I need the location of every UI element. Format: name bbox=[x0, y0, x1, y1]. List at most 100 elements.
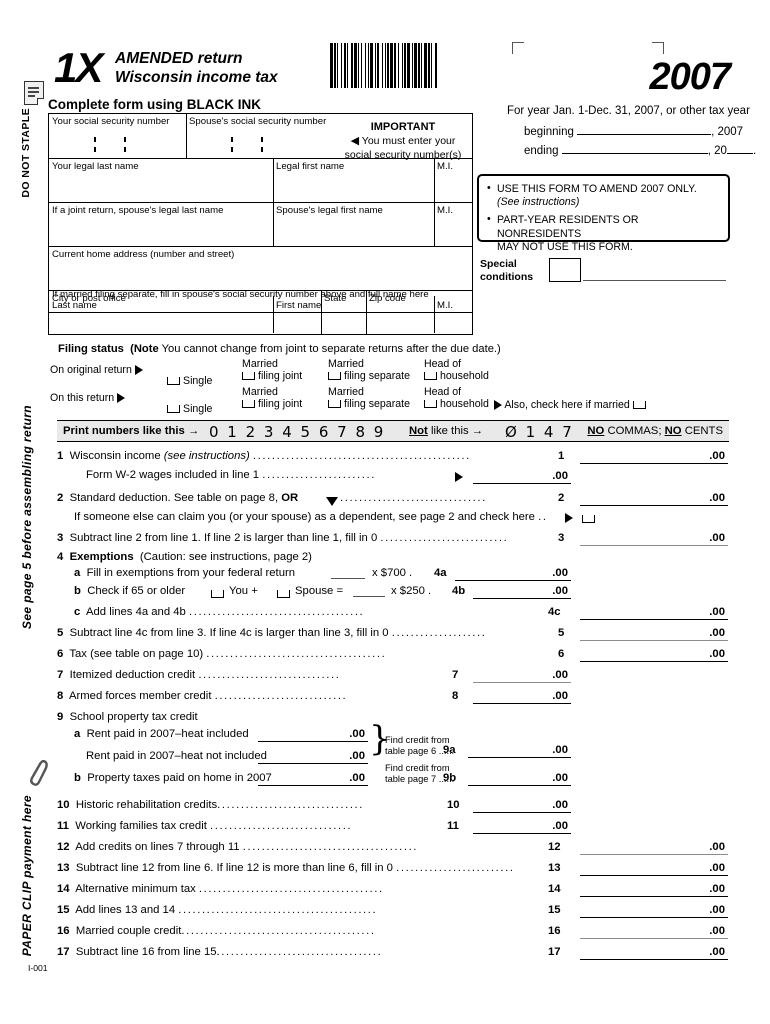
line-17-amount[interactable]: .00 bbox=[580, 945, 728, 960]
fs-original-married-joint[interactable]: Married filing joint bbox=[242, 358, 302, 383]
line-7-ref: 7 bbox=[452, 669, 459, 681]
line-4a-amount[interactable]: .00 bbox=[455, 566, 571, 581]
beginning-input[interactable] bbox=[577, 134, 712, 135]
bad-digits-sample: Ø 1 4 7 bbox=[505, 423, 574, 441]
line-8-amount[interactable]: .00 bbox=[473, 689, 571, 704]
special-conditions-line[interactable] bbox=[583, 280, 726, 281]
line-14-amount[interactable]: .00 bbox=[580, 882, 728, 897]
line-12: 12 Add credits on lines 7 through 11 ...… bbox=[57, 841, 419, 853]
ending-input[interactable] bbox=[561, 153, 708, 154]
line-4b-you-checkbox[interactable] bbox=[211, 590, 224, 598]
line-2-amount[interactable]: .00 bbox=[580, 491, 728, 506]
line-9a-rent-heat-not-included-amount[interactable]: .00 bbox=[258, 749, 368, 764]
fs-original-married-joint-checkbox[interactable] bbox=[242, 371, 255, 380]
fiscal-year-ending: ending , 20. bbox=[524, 145, 756, 157]
line-13-amount[interactable]: .00 bbox=[580, 861, 728, 876]
line-11-ref: 11 bbox=[447, 820, 459, 832]
line-10-amount[interactable]: .00 bbox=[473, 798, 571, 813]
line-4a-multiplier: x $700 . bbox=[372, 567, 413, 579]
fs-original-head-household[interactable]: Head of household bbox=[424, 358, 489, 383]
line-16-amount[interactable]: .00 bbox=[580, 924, 728, 939]
line-15: 15 Add lines 13 and 14 .................… bbox=[57, 904, 378, 916]
line-2-dependent-checkbox[interactable] bbox=[582, 515, 595, 523]
line-4b-multiplier: x $250 . bbox=[391, 585, 432, 597]
line-9b-amount[interactable]: .00 bbox=[468, 771, 571, 786]
line-9b-property-taxes: b Property taxes paid on home in 2007 bbox=[74, 772, 272, 784]
fs-original-head-household-checkbox[interactable] bbox=[424, 371, 437, 380]
line-10: 10 Historic rehabilitation credits......… bbox=[57, 799, 365, 811]
fs-this-head-household-checkbox[interactable] bbox=[424, 399, 437, 408]
line-9a-rent-heat-included-amount[interactable]: .00 bbox=[258, 727, 368, 742]
line-11: 11 Working families tax credit .........… bbox=[57, 820, 353, 832]
line-6-amount[interactable]: .00 bbox=[580, 647, 728, 662]
fiscal-year-beginning: beginning , 2007 bbox=[524, 126, 743, 138]
beginning-label: beginning bbox=[524, 126, 574, 138]
line-2: 2 Standard deduction. See table on page … bbox=[57, 492, 299, 504]
line-9: 9 School property tax credit bbox=[57, 711, 198, 723]
notice-item-1: USE THIS FORM TO AMEND 2007 ONLY. (See i… bbox=[487, 182, 720, 209]
notice-item-2: PART-YEAR RESIDENTS OR NONRESIDENTS MAY … bbox=[487, 213, 720, 254]
line-3-amount[interactable]: .00 bbox=[580, 531, 728, 546]
line-4b-spouse-label: Spouse = bbox=[295, 585, 344, 597]
line-9b-property-taxes-amount[interactable]: .00 bbox=[258, 771, 368, 786]
line-8-ref: 8 bbox=[452, 690, 459, 702]
notice-box: USE THIS FORM TO AMEND 2007 ONLY. (See i… bbox=[477, 174, 730, 253]
special-conditions-input[interactable] bbox=[549, 258, 581, 282]
barcode bbox=[330, 43, 487, 88]
good-digits-sample: 0 1 2 3 4 5 6 7 8 9 bbox=[209, 423, 386, 441]
ending-suffix: , 20 bbox=[707, 145, 727, 157]
line-4c-amount[interactable]: .00 bbox=[580, 605, 728, 620]
line-4b-count-input[interactable] bbox=[353, 596, 385, 597]
line-1-w2-amount[interactable]: .00 bbox=[473, 469, 571, 484]
fs-this-married-separate[interactable]: Married filing separate bbox=[328, 386, 410, 411]
fs-original-married-separate[interactable]: Married filing separate bbox=[328, 358, 410, 383]
line-8: 8 Armed forces member credit ...........… bbox=[57, 690, 348, 702]
line-12-amount[interactable]: .00 bbox=[580, 840, 728, 855]
fs-this-head-household[interactable]: Head of household bbox=[424, 386, 489, 411]
form-page: DO NOT STAPLE See page 5 before assembli… bbox=[0, 0, 770, 1024]
filing-status-heading: Filing status (Note You cannot change fr… bbox=[58, 343, 501, 355]
ending-year-input[interactable] bbox=[726, 153, 753, 154]
line-15-amount[interactable]: .00 bbox=[580, 903, 728, 918]
fs-this-single[interactable]: Single bbox=[167, 392, 212, 416]
line-6-ref: 6 bbox=[558, 648, 565, 660]
line-1-w2-wages: Form W-2 wages included in line 1 ......… bbox=[86, 469, 376, 481]
also-check-married[interactable]: Also, check here if married bbox=[494, 399, 649, 411]
fiscal-year-note: For year Jan. 1-Dec. 31, 2007, or other … bbox=[507, 105, 750, 117]
important-note: IMPORTANT ◀ You must enter your social s… bbox=[333, 120, 473, 163]
line-9a-amount[interactable]: .00 bbox=[468, 743, 571, 758]
line-5-amount[interactable]: .00 bbox=[580, 626, 728, 641]
line-12-ref: 12 bbox=[548, 841, 561, 853]
fs-original-married-separate-checkbox[interactable] bbox=[328, 371, 341, 380]
down-triangle-icon bbox=[326, 497, 338, 506]
line-4: 4 Exemptions (Caution: see instructions,… bbox=[57, 551, 312, 563]
line-9a-ref: 9a bbox=[443, 744, 456, 756]
spouse-ssn-label: Spouse's social security number bbox=[189, 116, 327, 127]
line-13-ref: 13 bbox=[548, 862, 561, 874]
print-numbers-bar: Print numbers like this → 0 1 2 3 4 5 6 … bbox=[57, 420, 729, 442]
fs-this-married-joint[interactable]: Married filing joint bbox=[242, 386, 302, 411]
line-16-ref: 16 bbox=[548, 925, 561, 937]
ending-label: ending bbox=[524, 145, 559, 157]
form-title-line1: AMENDED return bbox=[115, 50, 243, 67]
line-4b-you-label: You + bbox=[229, 585, 258, 597]
your-last-name-label: Your legal last name bbox=[52, 161, 139, 172]
line-3-ref: 3 bbox=[558, 532, 565, 544]
form-title: AMENDED return Wisconsin income tax bbox=[115, 50, 278, 88]
right-triangle-icon bbox=[117, 393, 126, 403]
fs-original-single[interactable]: Single bbox=[167, 364, 212, 388]
no-commas-no-cents-label: NO COMMAS; NO CENTS bbox=[587, 425, 723, 437]
fs-original-single-checkbox[interactable] bbox=[167, 376, 180, 385]
fs-this-married-joint-checkbox[interactable] bbox=[242, 399, 255, 408]
paperclip-icon bbox=[30, 759, 48, 786]
fs-this-married-separate-checkbox[interactable] bbox=[328, 399, 341, 408]
complete-form-instruction: Complete form using BLACK INK bbox=[48, 97, 262, 112]
line-1-amount[interactable]: .00 bbox=[580, 449, 728, 464]
line-4b-amount[interactable]: .00 bbox=[473, 584, 571, 599]
fs-this-single-checkbox[interactable] bbox=[167, 404, 180, 413]
also-check-married-checkbox[interactable] bbox=[632, 401, 646, 409]
line-11-amount[interactable]: .00 bbox=[473, 819, 571, 834]
line-7-amount[interactable]: .00 bbox=[473, 668, 571, 683]
line-4b-spouse-checkbox[interactable] bbox=[277, 590, 290, 598]
line-4a-count-input[interactable] bbox=[331, 578, 365, 579]
